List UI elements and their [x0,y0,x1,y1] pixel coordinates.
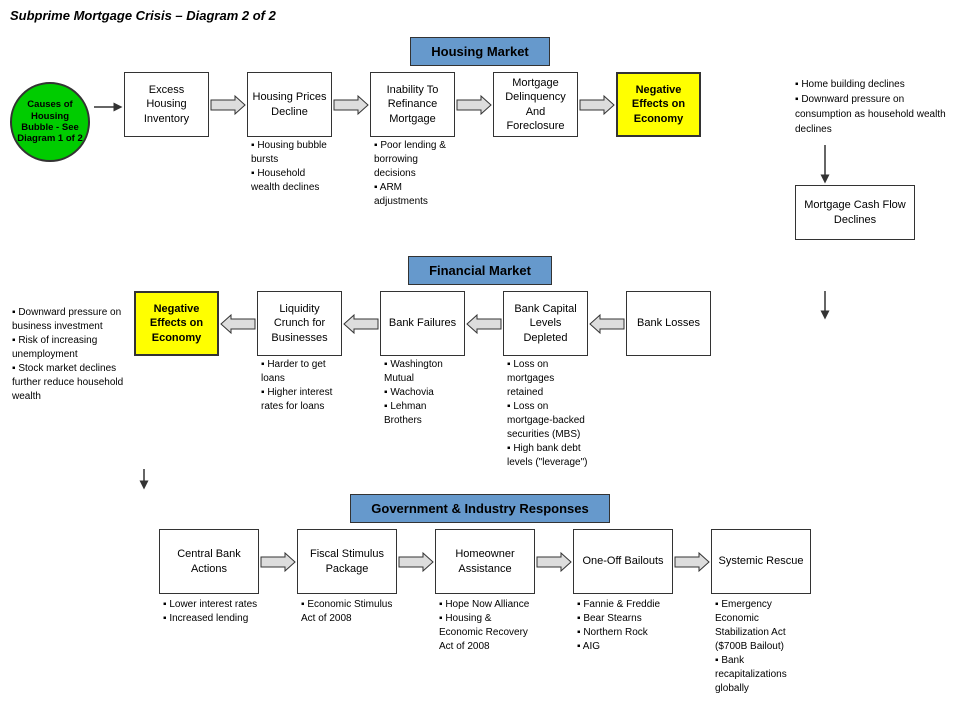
left-notes-row2: Downward pressure on business investment… [10,306,130,404]
arrow-delinquency-to-negative [578,90,616,120]
note-housing-prices: Housing bubble bursts Household wealth d… [247,139,332,195]
arrow-prices-to-inability [332,90,370,120]
housing-prices-box: Housing Prices Decline [247,72,332,137]
arrow-neg-bot-down [134,469,154,491]
arrow-homeowner-to-oneoff [535,547,573,577]
note-systemic: Emergency Economic Stabilization Act ($7… [711,598,811,696]
liquidity-crunch-box: Liquidity Crunch for Businesses [257,291,342,356]
negative-effects-top-box: Negative Effects on Economy [616,72,701,137]
note-fiscal: Economic Stimulus Act of 2008 [297,598,397,626]
bank-losses-main-box: Bank Losses [626,291,711,356]
arrow-excess-to-prices [209,90,247,120]
note-liquidity: Harder to get loans Higher interest rate… [257,358,342,414]
bank-failures-box: Bank Failures [380,291,465,356]
arrow-inability-to-delinquency [455,90,493,120]
arrow-liq-from-bank-failures [342,309,380,339]
arrow-bubble-to-excess [94,97,124,117]
one-off-bailouts-box: One-Off Bailouts [573,529,673,594]
note-central-bank: Lower interest rates Increased lending [159,598,259,626]
arrow-neg-to-mortgage-cash [815,145,835,185]
note-bank-failures: Washington Mutual Wachovia Lehman Brothe… [380,358,465,428]
housing-market-header: Housing Market [410,37,550,66]
mortgage-cash-flow-box: Mortgage Cash Flow Declines [795,185,915,240]
arrow-central-to-fiscal [259,547,297,577]
note-inability: Poor lending & borrowing decisions ARM a… [370,139,455,209]
central-bank-box: Central Bank Actions [159,529,259,594]
govt-responses-header: Government & Industry Responses [350,494,609,523]
causes-bubble: Causes of Housing Bubble - See Diagram 1… [10,82,90,162]
right-notes-top: Home building declines Downward pressure… [795,77,950,137]
note-one-off: Fannie & Freddie Bear Stearns Northern R… [573,598,673,654]
arrow-oneoff-to-systemic [673,547,711,577]
fiscal-stimulus-box: Fiscal Stimulus Package [297,529,397,594]
financial-market-header: Financial Market [408,256,552,285]
arrow-capital-from-losses [588,309,626,339]
mortgage-delinquency-box: Mortgage Delinquency And Foreclosure [493,72,578,137]
arrow-neg-from-liquidity [219,309,257,339]
page-title: Subprime Mortgage Crisis – Diagram 2 of … [0,0,960,31]
negative-effects-bottom-box: Negative Effects on Economy [134,291,219,356]
arrow-fail-from-capital [465,309,503,339]
excess-housing-box: Excess Housing Inventory [124,72,209,137]
note-homeowner: Hope Now Alliance Housing & Economic Rec… [435,598,535,654]
homeowner-assistance-box: Homeowner Assistance [435,529,535,594]
arrow-fiscal-to-homeowner [397,547,435,577]
note-bank-capital: Loss on mortgages retained Loss on mortg… [503,358,588,470]
systemic-rescue-box: Systemic Rescue [711,529,811,594]
arrow-mortgage-to-bank-losses [815,291,835,321]
bank-capital-box: Bank Capital Levels Depleted [503,291,588,356]
inability-refinance-box: Inability To Refinance Mortgage [370,72,455,137]
